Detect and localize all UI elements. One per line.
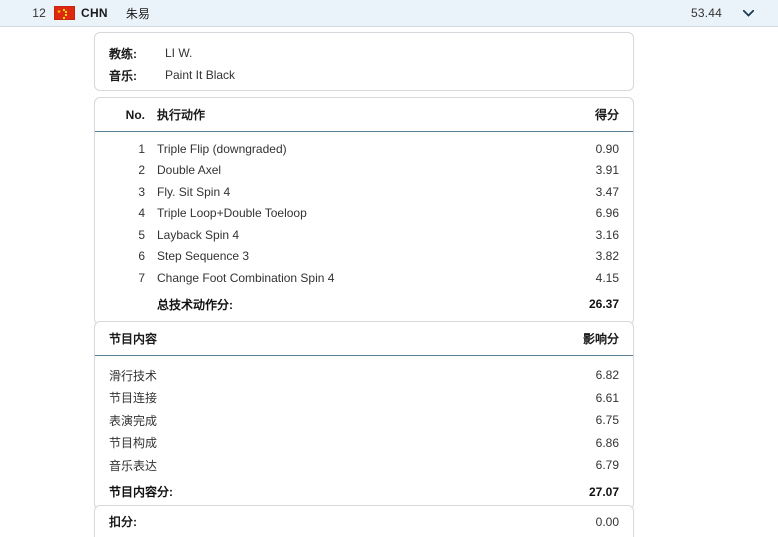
component-score: 6.75 [595, 413, 619, 428]
element-row: 6 Step Sequence 3 3.82 [95, 246, 633, 268]
components-header-score: 影响分 [582, 332, 619, 346]
athlete-country-code: CHN [81, 6, 108, 20]
element-row: 3 Fly. Sit Spin 4 3.47 [95, 181, 633, 203]
element-name: Triple Loop+Double Toeloop [157, 206, 307, 221]
element-row: 4 Triple Loop+Double Toeloop 6.96 [95, 203, 633, 225]
element-name: Change Foot Combination Spin 4 [157, 270, 335, 285]
components-total-label: 节目内容分: [109, 485, 173, 500]
elements-table-body: 1 Triple Flip (downgraded) 0.90 2 Double Axe… [95, 132, 633, 324]
athlete-name: 朱易 [125, 6, 150, 21]
component-score: 6.82 [595, 368, 619, 383]
component-name: 表演完成 [109, 413, 158, 428]
program-components-card: 节目内容 影响分 滑行技术 6.82 节目连接 6.61 表演完成 6.75 节目构成 6.8… [94, 321, 634, 510]
component-row: 滑行技术 6.82 [95, 364, 633, 387]
element-row: 2 Double Axel 3.91 [95, 160, 633, 182]
components-total-row: 节目内容分: 27.07 [95, 481, 633, 504]
element-name: Layback Spin 4 [157, 227, 240, 242]
elements-table-header: No. 执行动作 得分 [95, 98, 633, 132]
components-header-name: 节目内容 [109, 332, 158, 346]
deduction-card: 扣分: 0.00 [94, 505, 634, 537]
athlete-rank: 12 [32, 6, 46, 20]
executed-elements-card: No. 执行动作 得分 1 Triple Flip (downgraded) 0.9… [94, 97, 634, 325]
element-number: 2 [138, 163, 145, 178]
music-value: Paint It Black [165, 68, 236, 82]
component-score: 6.61 [595, 390, 619, 405]
component-name: 滑行技术 [109, 368, 158, 383]
music-label: 音乐: [109, 68, 137, 83]
chevron-down-icon[interactable] [736, 0, 760, 26]
music-row: 音乐: Paint It Black [95, 64, 633, 86]
element-score: 3.91 [595, 163, 619, 178]
flag-star-small-2 [65, 11, 67, 13]
deduction-row: 扣分: 0.00 [95, 506, 633, 537]
flag-china-icon [54, 6, 75, 20]
elements-header-score: 得分 [594, 108, 619, 122]
element-row: 1 Triple Flip (downgraded) 0.90 [95, 138, 633, 160]
element-score: 3.47 [595, 184, 619, 199]
deduction-value: 0.00 [595, 514, 619, 529]
element-number: 6 [138, 249, 145, 264]
coach-label: 教练: [109, 46, 137, 61]
element-score: 6.96 [595, 206, 619, 221]
element-row: 5 Layback Spin 4 3.16 [95, 224, 633, 246]
flag-star-large [57, 9, 61, 14]
elements-total-row: 总技术动作分: 26.37 [95, 294, 633, 316]
elements-header-no: No. [125, 107, 145, 122]
deduction-label: 扣分: [109, 515, 137, 529]
component-name: 节目连接 [109, 391, 158, 406]
element-row: 7 Change Foot Combination Spin 4 4.15 [95, 267, 633, 289]
flag-star-small-4 [63, 16, 65, 19]
component-row: 节目连接 6.61 [95, 387, 633, 410]
component-score: 6.86 [595, 435, 619, 450]
element-score: 0.90 [595, 141, 619, 156]
program-info-card: 教练: LI W. 音乐: Paint It Black [94, 32, 634, 91]
elements-total-value: 26.37 [588, 297, 619, 312]
element-name: Double Axel [157, 163, 222, 178]
element-name: Triple Flip (downgraded) [157, 141, 287, 156]
component-row: 节目构成 6.86 [95, 432, 633, 455]
element-score: 3.16 [595, 227, 619, 242]
coach-value: LI W. [165, 46, 193, 60]
component-row: 音乐表达 6.79 [95, 454, 633, 477]
component-row: 表演完成 6.75 [95, 409, 633, 432]
element-name: Fly. Sit Spin 4 [157, 184, 231, 199]
element-number: 4 [138, 206, 145, 221]
element-number: 3 [138, 184, 145, 199]
elements-header-name: 执行动作 [157, 108, 206, 122]
component-score: 6.79 [595, 458, 619, 473]
components-table-header: 节目内容 影响分 [95, 322, 633, 356]
element-score: 4.15 [595, 270, 619, 285]
coach-row: 教练: LI W. [95, 42, 633, 64]
element-number: 1 [138, 141, 145, 156]
element-name: Step Sequence 3 [157, 249, 250, 264]
component-name: 音乐表达 [109, 458, 158, 473]
elements-total-label: 总技术动作分: [157, 297, 233, 312]
element-number: 5 [138, 227, 145, 242]
components-total-value: 27.07 [588, 484, 619, 499]
element-score: 3.82 [595, 249, 619, 264]
components-table-body: 滑行技术 6.82 节目连接 6.61 表演完成 6.75 节目构成 6.86 音乐表达 6.79… [95, 356, 633, 509]
flag-star-small-3 [65, 14, 67, 16]
athlete-total-score: 53.44 [690, 6, 722, 20]
athlete-header-bar[interactable]: 12 CHN 朱易 53.44 [0, 0, 778, 27]
element-number: 7 [138, 270, 145, 285]
component-name: 节目构成 [109, 436, 158, 451]
